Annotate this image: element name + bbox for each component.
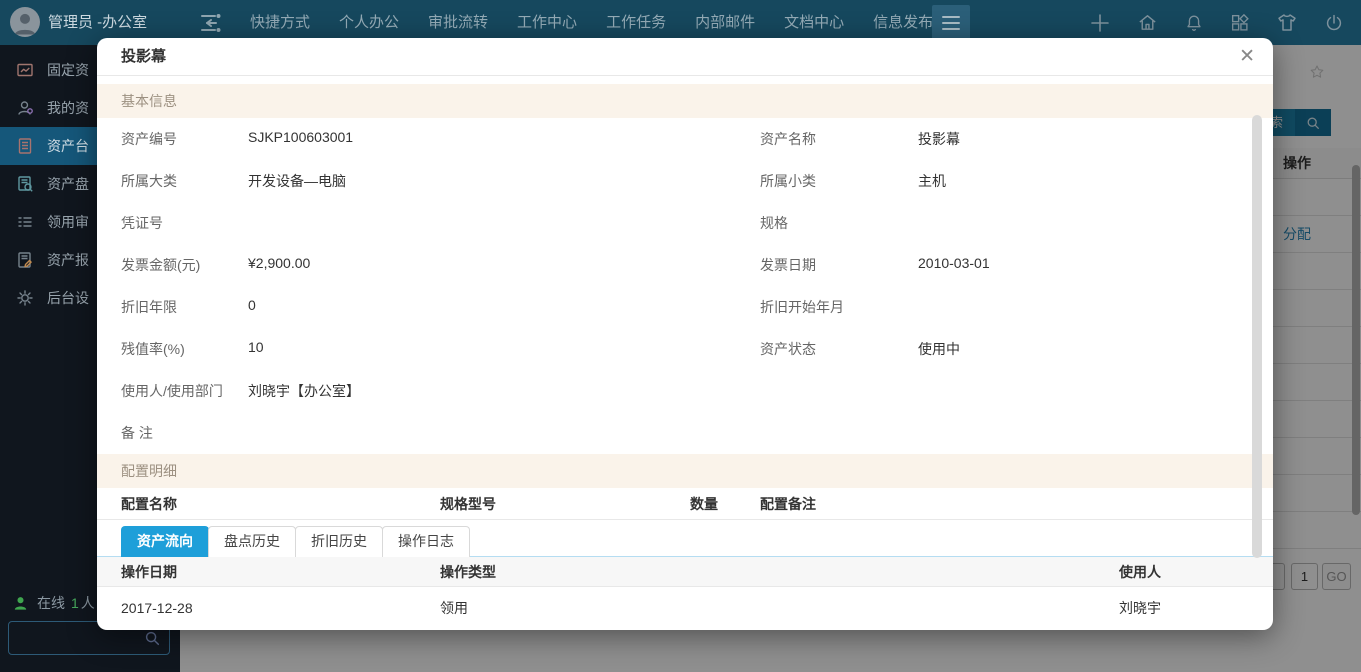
field-value: 10 (248, 339, 264, 359)
history-col-date: 操作日期 (121, 562, 440, 582)
sidebar-item-label: 资产台 (47, 136, 89, 156)
field-label: 残值率(%) (121, 339, 248, 359)
sidebar-item-label: 资产报 (47, 250, 89, 270)
history-col-user: 使用人 (1119, 562, 1249, 582)
field-value: 0 (248, 297, 256, 317)
online-users-status: 在线 1 人 (12, 593, 95, 613)
field-label: 资产编号 (121, 129, 248, 149)
field-label: 折旧年限 (121, 297, 248, 317)
online-label: 在线 (37, 593, 65, 613)
config-col-name: 配置名称 (121, 494, 440, 514)
online-unit: 人 (81, 593, 95, 613)
config-col-model: 规格型号 (440, 494, 690, 514)
field-row: 使用人/使用部门刘晓宇【办公室】 (97, 370, 1273, 412)
user-avatar[interactable] (10, 7, 40, 37)
report-pen-icon (16, 251, 34, 269)
field-label: 资产状态 (760, 339, 918, 359)
field-value: 投影幕 (918, 129, 960, 149)
field-value: 2010-03-01 (918, 255, 990, 275)
history-date: 2017-12-28 (121, 600, 440, 616)
config-col-remark: 配置备注 (760, 494, 1249, 514)
ledger-icon (16, 137, 34, 155)
field-row: 发票金额(元)¥2,900.00 发票日期2010-03-01 (97, 244, 1273, 286)
apps-grid-icon[interactable] (1229, 12, 1251, 34)
field-row: 折旧年限0 折旧开始年月 (97, 286, 1273, 328)
hamburger-icon (940, 15, 962, 31)
history-type: 领用 (440, 598, 1119, 618)
person-icon (10, 7, 40, 37)
home-icon[interactable] (1136, 11, 1159, 34)
field-row: 所属大类开发设备—电脑 所属小类主机 (97, 160, 1273, 202)
tab-inventory-history[interactable]: 盘点历史 (208, 526, 296, 557)
notification-bell-icon[interactable] (1183, 12, 1205, 34)
sidebar-item-label: 资产盘 (47, 174, 89, 194)
modal-title: 投影幕 (97, 38, 1273, 76)
modal-scrollbar-thumb[interactable] (1252, 115, 1262, 558)
field-label: 所属大类 (121, 171, 248, 191)
field-value: ¥2,900.00 (248, 255, 310, 275)
field-label: 资产名称 (760, 129, 918, 149)
field-row: 残值率(%)10 资产状态使用中 (97, 328, 1273, 370)
online-person-icon (12, 595, 29, 612)
field-value: 刘晓宇【办公室】 (248, 381, 360, 401)
history-user: 刘晓宇 (1119, 598, 1249, 618)
add-icon[interactable] (1088, 11, 1112, 35)
search-icon[interactable] (143, 629, 161, 652)
sidebar-item-label: 后台设 (47, 288, 89, 308)
field-value: 开发设备—电脑 (248, 171, 346, 191)
theme-shirt-icon[interactable] (1275, 11, 1299, 35)
field-row: 资产编号SJKP100603001 资产名称投影幕 (97, 118, 1273, 160)
chart-icon (16, 61, 34, 79)
gear-icon (16, 289, 34, 307)
field-label: 使用人/使用部门 (121, 381, 248, 401)
field-value: 主机 (918, 171, 946, 191)
section-header-basic-info: 基本信息 (97, 84, 1273, 118)
tab-depreciation-history[interactable]: 折旧历史 (295, 526, 383, 557)
online-count: 1 (71, 595, 79, 611)
close-icon[interactable]: ✕ (1239, 38, 1255, 76)
tab-asset-flow[interactable]: 资产流向 (121, 526, 209, 557)
list-icon (16, 213, 34, 231)
power-logout-icon[interactable] (1323, 12, 1345, 34)
field-label: 规格 (760, 213, 918, 233)
sidebar-item-label: 固定资 (47, 60, 89, 80)
field-label: 凭证号 (121, 213, 248, 233)
asset-detail-modal: 投影幕 ✕ 基本信息 资产编号SJKP100603001 资产名称投影幕 所属大… (97, 38, 1273, 630)
field-value: SJKP100603001 (248, 129, 353, 149)
modal-title-bar: 投影幕 ✕ (97, 38, 1273, 76)
user-icon (16, 99, 34, 117)
tab-operation-log[interactable]: 操作日志 (382, 526, 470, 557)
field-label: 折旧开始年月 (760, 297, 918, 317)
field-label: 备 注 (121, 423, 248, 443)
history-table-row[interactable]: 2017-12-28 领用 刘晓宇 (97, 587, 1273, 629)
config-col-qty: 数量 (690, 494, 760, 514)
field-label: 所属小类 (760, 171, 918, 191)
field-value: 使用中 (918, 339, 960, 359)
section-header-config-detail: 配置明细 (97, 454, 1273, 488)
collapse-menu-icon[interactable] (197, 12, 223, 39)
history-col-type: 操作类型 (440, 562, 1119, 582)
hamburger-menu-button[interactable] (932, 5, 970, 41)
field-label: 发票日期 (760, 255, 918, 275)
history-table-header: 操作日期 操作类型 使用人 (97, 557, 1273, 587)
field-row: 备 注 (97, 412, 1273, 454)
sidebar-item-label: 我的资 (47, 98, 89, 118)
inventory-search-icon (16, 175, 34, 193)
field-row: 凭证号 规格 (97, 202, 1273, 244)
sidebar-item-label: 领用审 (47, 212, 89, 232)
config-table-header: 配置名称 规格型号 数量 配置备注 (97, 488, 1273, 520)
modal-tabs: 资产流向 盘点历史 折旧历史 操作日志 (97, 526, 1273, 557)
field-label: 发票金额(元) (121, 255, 248, 275)
